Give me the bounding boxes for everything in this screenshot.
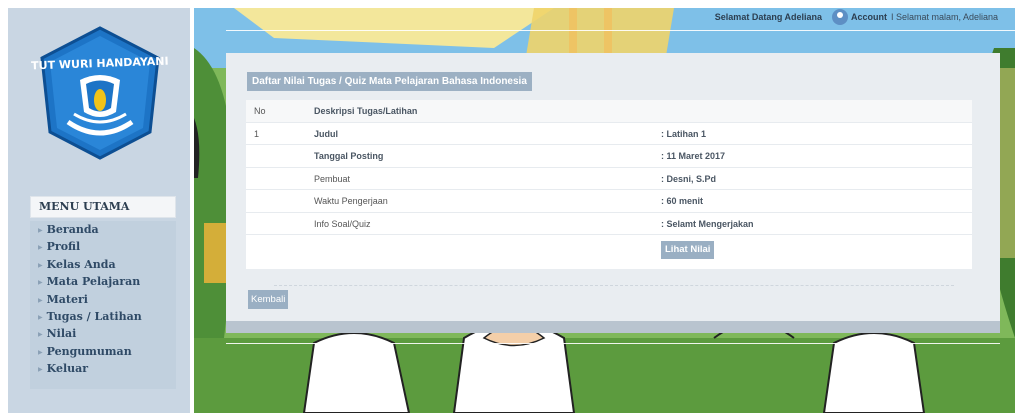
chevron-right-icon: ▶ <box>38 331 43 339</box>
menu-item-tugas-latihan[interactable]: ▶ Tugas / Latihan <box>30 308 176 325</box>
chevron-right-icon: ▶ <box>38 348 43 356</box>
menu-item-kelas-anda[interactable]: ▶ Kelas Anda <box>30 256 176 273</box>
row-value: : 60 menit <box>661 196 704 206</box>
column-header-no: No <box>254 106 266 116</box>
chevron-right-icon: ▶ <box>38 296 43 304</box>
sidebar: TUT WURI HANDAYANI MENU UTAMA ▶ Beranda ▶… <box>8 8 190 413</box>
menu-item-label: Profil <box>46 240 81 254</box>
row-value: : 11 Maret 2017 <box>661 151 726 161</box>
menu-item-label: Beranda <box>46 223 99 236</box>
row-value: : Desni, S.Pd <box>661 173 717 184</box>
top-bar: Selamat Datang Adeliana Account I Selama… <box>194 8 1015 28</box>
greeting-text: I Selamat malam, Adeliana <box>891 12 999 22</box>
menu-item-label: Nilai <box>46 327 77 341</box>
top-divider <box>226 30 1015 31</box>
menu-item-materi[interactable]: ▶ Materi <box>30 291 176 308</box>
row-label: Pembuat <box>314 173 351 184</box>
menu-item-label: Keluar <box>46 362 89 376</box>
tut-wuri-handayani-logo: TUT WURI HANDAYANI <box>30 22 170 162</box>
user-icon[interactable] <box>832 9 848 25</box>
bottom-divider <box>226 343 1000 344</box>
row-label: Info Soal/Quiz <box>314 218 371 229</box>
chevron-right-icon: ▶ <box>38 244 43 252</box>
page-title: Daftar Nilai Tugas / Quiz Mata Pelajaran… <box>247 72 532 91</box>
menu-item-label: Pengumuman <box>46 344 132 358</box>
menu-item-keluar[interactable]: ▶ Keluar <box>30 360 176 377</box>
menu-item-label: Materi <box>46 292 88 306</box>
table-row: Pembuat : Desni, S.Pd <box>246 168 972 190</box>
chevron-right-icon: ▶ <box>38 261 43 269</box>
content-panel: Daftar Nilai Tugas / Quiz Mata Pelajaran… <box>226 53 1000 333</box>
column-header-description: Deskripsi Tugas/Latihan <box>314 106 418 116</box>
row-label: Tanggal Posting <box>314 151 384 161</box>
menu-item-beranda[interactable]: ▶ Beranda <box>30 221 176 238</box>
table-row: Waktu Pengerjaan : 60 menit <box>246 190 972 213</box>
task-table: No Deskripsi Tugas/Latihan 1 Judul : Lat… <box>246 100 972 269</box>
row-number: 1 <box>254 128 260 139</box>
table-row: Info Soal/Quiz : Selamt Mengerjakan <box>246 213 972 235</box>
menu-item-label: Kelas Anda <box>46 257 116 271</box>
table-row: Tanggal Posting : 11 Maret 2017 <box>246 145 972 168</box>
lihat-nilai-button[interactable]: Lihat Nilai <box>661 241 715 259</box>
table-row: 1 Judul : Latihan 1 <box>246 123 972 145</box>
menu-item-profil[interactable]: ▶ Profil <box>30 238 176 255</box>
chevron-right-icon: ▶ <box>38 366 43 374</box>
divider <box>274 285 954 286</box>
main-menu: ▶ Beranda ▶ Profil ▶ Kelas Anda ▶ Mata Pelaj… <box>30 221 176 389</box>
chevron-right-icon: ▶ <box>38 227 43 234</box>
menu-item-label: Mata Pelajaran <box>46 275 141 289</box>
chevron-right-icon: ▶ <box>38 279 43 287</box>
row-value: : Selamt Mengerjakan <box>661 218 754 229</box>
row-label: Waktu Pengerjaan <box>314 196 388 206</box>
table-header-row: No Deskripsi Tugas/Latihan <box>246 100 972 123</box>
welcome-text: Selamat Datang Adeliana <box>714 12 822 22</box>
menu-item-mata-pelajaran[interactable]: ▶ Mata Pelajaran <box>30 273 176 290</box>
menu-header: MENU UTAMA <box>30 196 176 218</box>
account-link[interactable]: Account <box>851 12 887 22</box>
kembali-button[interactable]: Kembali <box>248 290 289 309</box>
menu-item-label: Tugas / Latihan <box>46 309 142 323</box>
row-label: Judul <box>314 128 338 139</box>
chevron-right-icon: ▶ <box>38 313 43 321</box>
menu-item-nilai[interactable]: ▶ Nilai <box>30 325 176 342</box>
menu-item-pengumuman[interactable]: ▶ Pengumuman <box>30 343 176 360</box>
row-value: : Latihan 1 <box>661 128 707 139</box>
